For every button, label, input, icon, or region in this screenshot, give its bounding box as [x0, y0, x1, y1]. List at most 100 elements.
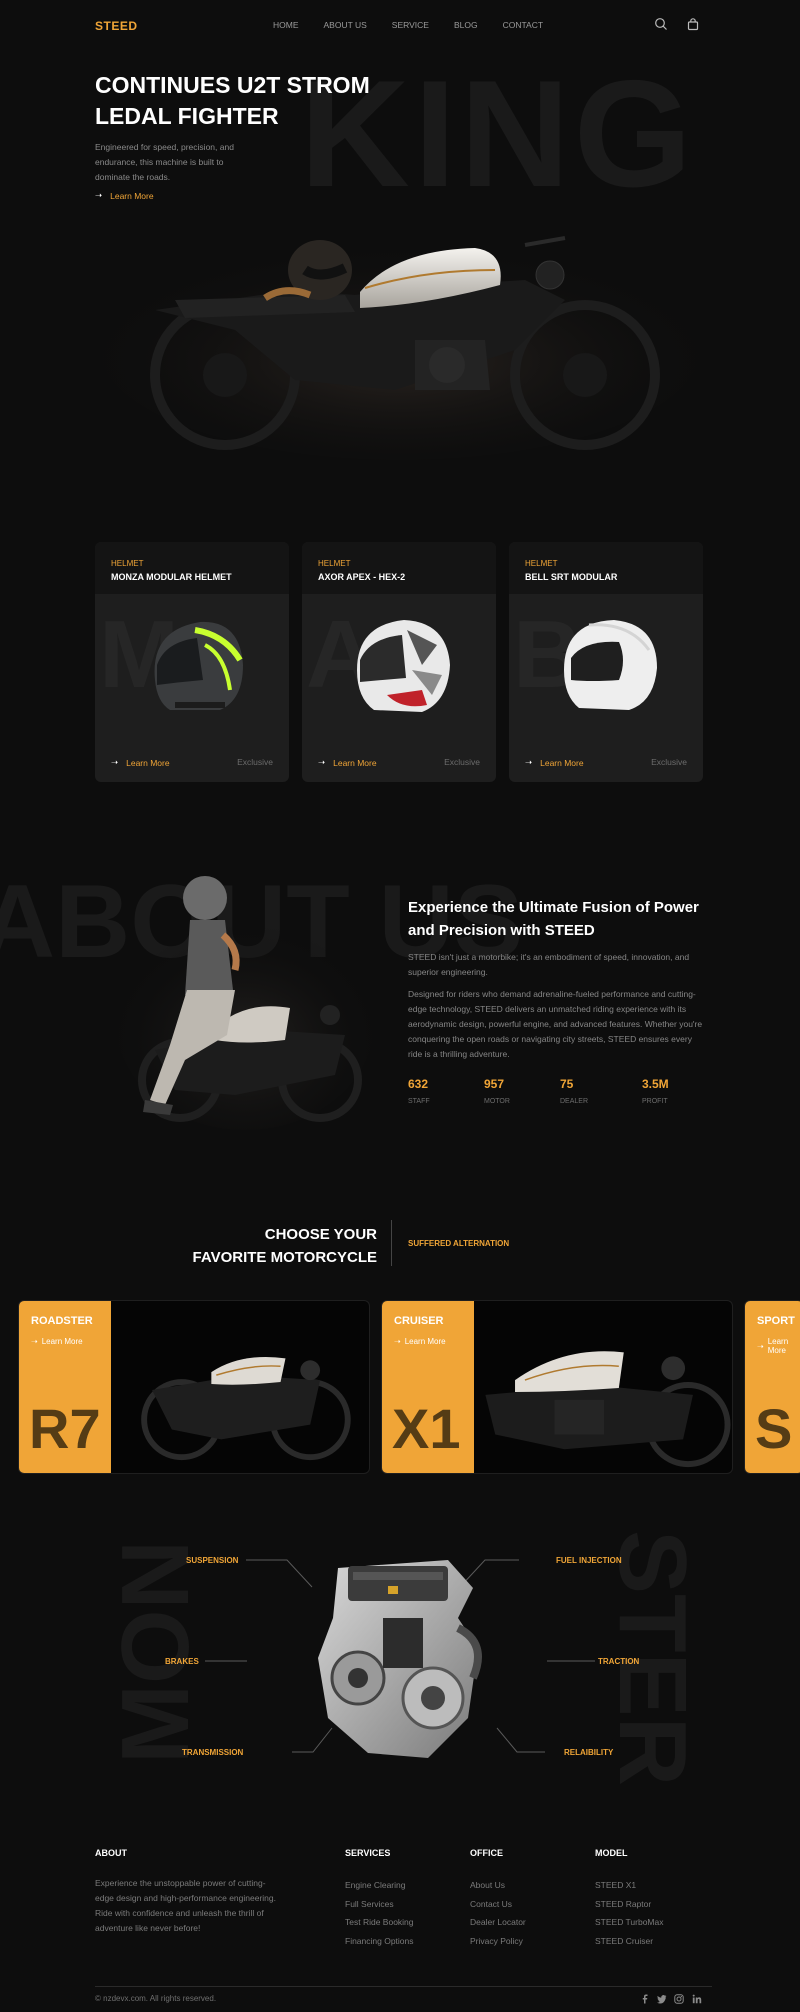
helmet-image [154, 621, 243, 710]
card-link-label: Learn More [333, 757, 377, 768]
helmet-card[interactable]: HELMET AXOR APEX - HEX-2 A ➝ Learn More … [302, 542, 496, 782]
choose-section-title: CHOOSE YOUR FAVORITE MOTORCYCLE [192, 1226, 377, 1266]
hero-description: Engineered for speed, precision, and end… [95, 142, 234, 182]
footer-link[interactable]: Full Services [345, 1895, 414, 1914]
footer-link[interactable]: Engine Clearing [345, 1876, 414, 1895]
label-transmission: TRANSMISSION [182, 1748, 244, 1757]
footer-link[interactable]: STEED X1 [595, 1876, 664, 1895]
motorcycle-card[interactable]: SPORT ➝ Learn More S [744, 1300, 800, 1474]
motorcycle-learn-more-link[interactable]: ➝ Learn More [757, 1337, 800, 1355]
card-title: AXOR APEX - HEX-2 [318, 572, 406, 582]
card-header [95, 542, 289, 594]
footer-office-list: About Us Contact Us Dealer Locator Priva… [470, 1876, 526, 1950]
nav-item-service[interactable]: SERVICE [392, 20, 429, 30]
footer-link[interactable]: Privacy Policy [470, 1932, 526, 1951]
hero-motorcycle-image [100, 236, 700, 460]
stat-profit: 3.5M PROFIT [642, 1077, 669, 1105]
label-fuel-injection: FUEL INJECTION [556, 1556, 622, 1565]
footer-link[interactable]: STEED Cruiser [595, 1932, 664, 1951]
arrow-right-icon: ➝ [525, 757, 533, 767]
linkedin-icon[interactable] [692, 1994, 702, 2004]
hero-link-label: Learn More [110, 190, 154, 201]
motorcycle-image [141, 1356, 351, 1461]
footer-link[interactable]: STEED TurboMax [595, 1913, 664, 1932]
card-category: HELMET [525, 559, 558, 568]
twitter-icon[interactable] [657, 1994, 667, 2004]
card-tag: Exclusive [237, 757, 273, 767]
footer-about-text: Experience the unstoppable power of cutt… [95, 1878, 276, 1933]
stat-motor: 957 MOTOR [484, 1077, 510, 1105]
logo[interactable]: STEED [95, 19, 138, 33]
nav-item-contact[interactable]: CONTACT [503, 20, 543, 30]
nav-item-blog[interactable]: BLOG [454, 20, 478, 30]
section-divider [391, 1220, 392, 1266]
motorcycle-image [485, 1351, 731, 1468]
arrow-right-icon: ➝ [394, 1337, 401, 1346]
label-suspension: SUSPENSION [186, 1556, 239, 1565]
arrow-right-icon: ➝ [318, 757, 326, 767]
footer-link[interactable]: Contact Us [470, 1895, 526, 1914]
card-title: BELL SRT MODULAR [525, 572, 618, 582]
footer-link[interactable]: Test Ride Booking [345, 1913, 414, 1932]
card-link-label: Learn More [540, 757, 584, 768]
motorcycle-link-label: Learn More [404, 1337, 446, 1346]
arrow-right-icon: ➝ [111, 757, 119, 767]
facebook-icon[interactable] [640, 1994, 650, 2004]
card-tag: Exclusive [444, 757, 480, 767]
card-learn-more-link[interactable]: ➝ Learn More [525, 757, 584, 768]
label-brakes: BRAKES [165, 1657, 199, 1666]
about-title: Experience the Ultimate Fusion of Power … [408, 899, 699, 939]
choose-subtitle: SUFFERED ALTERNATION [408, 1239, 510, 1248]
footer-office-heading: OFFICE [470, 1848, 503, 1858]
footer-link[interactable]: STEED Raptor [595, 1895, 664, 1914]
footer-link[interactable]: Financing Options [345, 1932, 414, 1951]
card-learn-more-link[interactable]: ➝ Learn More [111, 757, 170, 768]
card-tag: Exclusive [651, 757, 687, 767]
card-link-label: Learn More [126, 757, 170, 768]
rider-image [115, 876, 375, 1130]
motorcycle-type: SPORT [757, 1315, 795, 1327]
about-paragraph: STEED isn't just a motorbike; it's an em… [408, 952, 690, 977]
instagram-icon[interactable] [674, 1994, 684, 2004]
nav-item-about[interactable]: ABOUT US [324, 20, 367, 30]
footer-services-heading: SERVICES [345, 1848, 391, 1858]
copyright: © nzdevx.com. All rights reserved. [95, 1994, 217, 2003]
stat-staff: 632 STAFF [408, 1077, 430, 1105]
card-category: HELMET [318, 559, 351, 568]
motorcycle-type: CRUISER [394, 1315, 444, 1327]
footer-link[interactable]: About Us [470, 1876, 526, 1895]
footer-model-heading: MODEL [595, 1848, 628, 1858]
helmet-card[interactable]: HELMET MONZA MODULAR HELMET M ➝ Learn Mo… [95, 542, 289, 782]
stats-row: 632 STAFF 957 MOTOR 75 DEALER 3.5M PROFI… [408, 1077, 710, 1105]
engine-image [318, 1560, 482, 1758]
motorcycle-code: S [755, 1397, 793, 1460]
arrow-right-icon: ➝ [31, 1337, 38, 1346]
nav-item-home[interactable]: HOME [273, 20, 299, 30]
search-icon[interactable] [654, 17, 668, 31]
motorcycle-learn-more-link[interactable]: ➝ Learn More [31, 1337, 83, 1346]
footer-about-heading: ABOUT [95, 1848, 127, 1858]
card-category: HELMET [111, 559, 144, 568]
motorcycle-code: X1 [392, 1397, 461, 1460]
helmet-image [357, 620, 450, 712]
stat-dealer: 75 DEALER [560, 1077, 589, 1105]
footer-link[interactable]: Dealer Locator [470, 1913, 526, 1932]
motorcycle-link-label: Learn More [41, 1337, 83, 1346]
top-navigation: STEED HOME ABOUT US SERVICE BLOG CONTACT [0, 0, 800, 52]
card-learn-more-link[interactable]: ➝ Learn More [318, 757, 377, 768]
nav-menu: HOME ABOUT US SERVICE BLOG CONTACT [273, 20, 543, 30]
footer-model-list: STEED X1 STEED Raptor STEED TurboMax STE… [595, 1876, 664, 1950]
about-paragraph: Designed for riders who demand adrenalin… [408, 989, 703, 1059]
helmet-image [564, 620, 657, 710]
motorcycle-learn-more-link[interactable]: ➝ Learn More [394, 1337, 446, 1346]
hero-title: CONTINUES U2T STROM LEDAL FIGHTER [95, 72, 370, 129]
label-reliability: RELAIBILITY [564, 1748, 614, 1757]
arrow-right-icon: ➝ [757, 1341, 764, 1351]
card-title: MONZA MODULAR HELMET [111, 572, 232, 582]
bag-icon[interactable] [686, 17, 700, 31]
motorcycle-card[interactable]: ROADSTER ➝ Learn More R7 [18, 1300, 370, 1474]
motorcycle-card[interactable]: CRUISER ➝ Learn More X1 [381, 1300, 733, 1474]
card-header [302, 542, 496, 594]
motorcycle-type: ROADSTER [31, 1315, 93, 1327]
helmet-card[interactable]: HELMET BELL SRT MODULAR B ➝ Learn More E… [509, 542, 703, 782]
